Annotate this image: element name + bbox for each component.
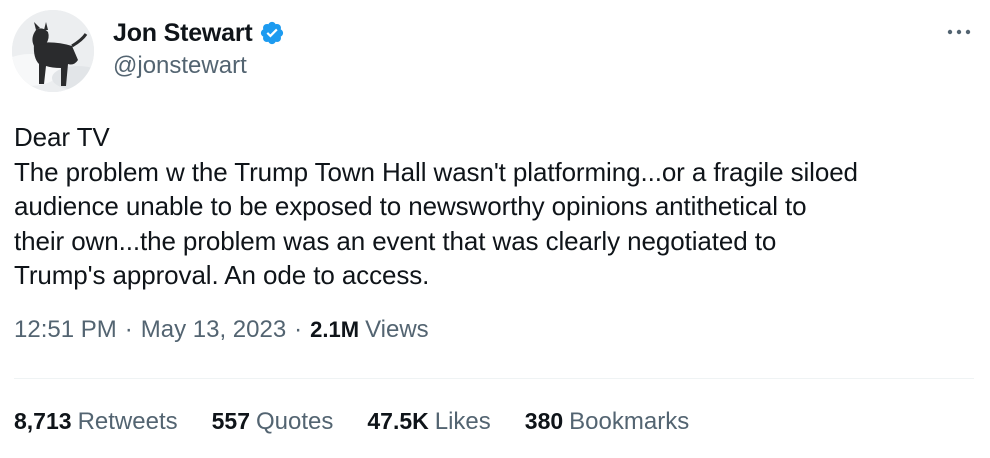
- tweet-text-line: Dear TV: [14, 122, 110, 152]
- more-horizontal-icon[interactable]: [944, 20, 974, 44]
- tweet-text-line: audience unable to be exposed to newswor…: [14, 191, 807, 221]
- stat-label: Bookmarks: [569, 408, 690, 435]
- tweet: Jon Stewart @jonstewart Dear TV The prob…: [0, 0, 990, 458]
- stat-label: Quotes: [255, 408, 334, 435]
- avatar[interactable]: [12, 10, 94, 92]
- stat-count: 8,713: [14, 408, 72, 434]
- dog-avatar-image: [12, 10, 94, 92]
- stat-retweets[interactable]: 8,713 Retweets: [14, 408, 178, 436]
- stat-count: 47.5K: [367, 408, 429, 434]
- divider: [14, 378, 974, 379]
- tweet-time[interactable]: 12:51 PM: [14, 316, 117, 344]
- tweet-text-line: Trump's approval. An ode to access.: [14, 260, 430, 290]
- stat-label: Likes: [434, 408, 491, 435]
- stat-count: 557: [211, 408, 250, 434]
- verified-badge-icon[interactable]: [259, 20, 285, 46]
- stat-likes[interactable]: 47.5K Likes: [367, 408, 490, 436]
- tweet-meta: 12:51 PM · May 13, 2023 · 2.1M Views: [14, 316, 429, 344]
- stat-label: Retweets: [77, 408, 178, 435]
- author-name-row: Jon Stewart: [113, 16, 285, 50]
- stat-quotes[interactable]: 557 Quotes: [212, 408, 334, 436]
- author-display-name[interactable]: Jon Stewart: [113, 19, 253, 48]
- tweet-date[interactable]: May 13, 2023: [141, 316, 286, 344]
- tweet-text-line: their own...the problem was an event tha…: [14, 225, 777, 256]
- meta-separator: ·: [124, 316, 133, 343]
- stat-bookmarks[interactable]: 380 Bookmarks: [525, 408, 689, 436]
- views-label: Views: [365, 316, 429, 343]
- author-handle[interactable]: @jonstewart: [113, 52, 247, 80]
- views-count: 2.1M: [310, 317, 360, 342]
- tweet-text-line: The problem w the Trump Town Hall wasn't…: [14, 156, 858, 187]
- tweet-text: Dear TV The problem w the Trump Town Hal…: [14, 120, 974, 293]
- tweet-stats: 8,713 Retweets 557 Quotes 47.5K Likes 380 Bo…: [14, 408, 723, 436]
- stat-count: 380: [524, 408, 564, 434]
- meta-separator: ·: [294, 316, 303, 343]
